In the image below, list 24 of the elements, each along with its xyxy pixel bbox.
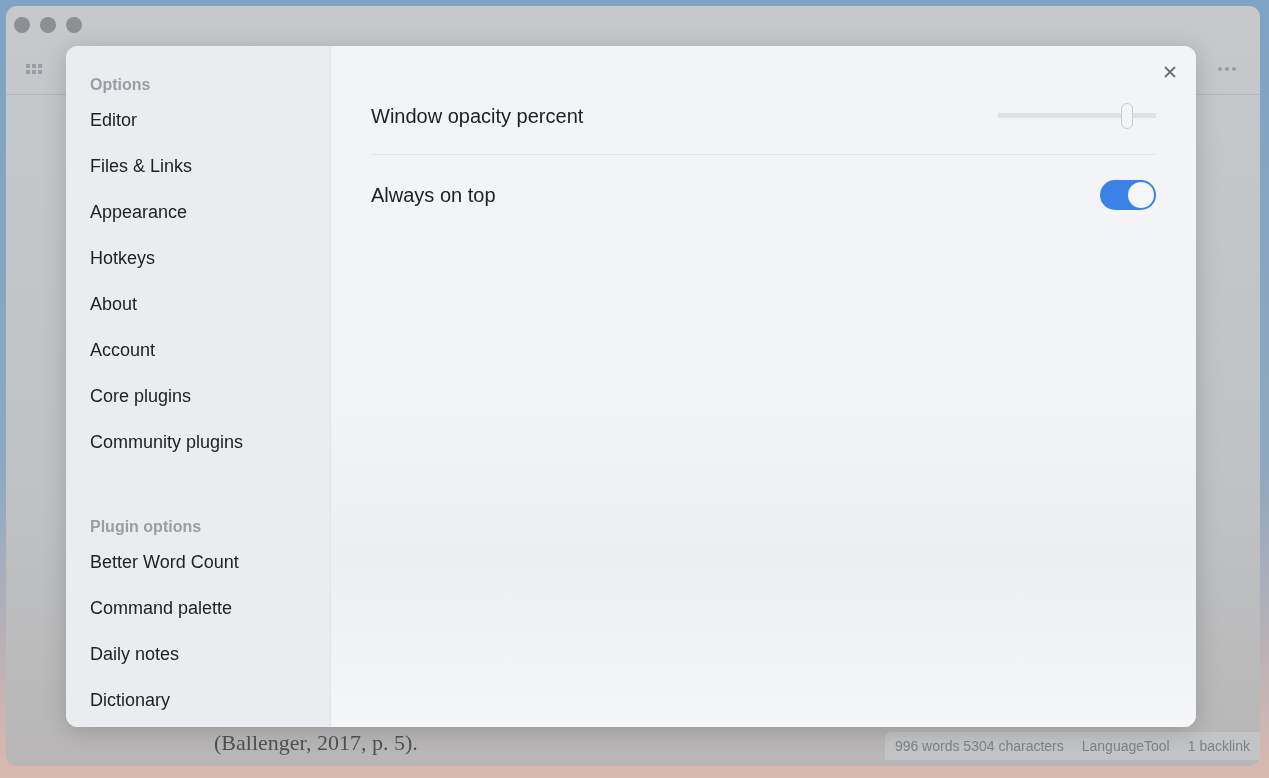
maximize-window-icon[interactable]: [66, 17, 82, 33]
sidebar-item[interactable]: Hotkeys: [90, 248, 330, 294]
close-window-icon[interactable]: [14, 17, 30, 33]
grid-icon[interactable]: [26, 64, 42, 74]
minimize-window-icon[interactable]: [40, 17, 56, 33]
more-icon[interactable]: [1218, 67, 1236, 71]
toggle-switch[interactable]: [1100, 180, 1156, 210]
sidebar-item[interactable]: Files & Links: [90, 156, 330, 202]
editor-text: (Ballenger, 2017, p. 5).: [214, 730, 418, 757]
sidebar-item[interactable]: About: [90, 294, 330, 340]
section-heading: Plugin options: [90, 518, 203, 537]
sidebar-item[interactable]: Dictionary: [90, 690, 330, 727]
section-heading: Options: [90, 76, 152, 95]
sidebar-item[interactable]: Command palette: [90, 598, 330, 644]
sidebar-item[interactable]: Account: [90, 340, 330, 386]
sidebar-item[interactable]: Core plugins: [90, 386, 330, 432]
setting-label: Window opacity percent: [371, 104, 584, 128]
sidebar-item[interactable]: Appearance: [90, 202, 330, 248]
sidebar-item[interactable]: Editor: [90, 110, 330, 156]
setting-label: Always on top: [371, 183, 496, 207]
sidebar-item[interactable]: Community plugins: [90, 432, 330, 478]
sidebar-item[interactable]: Daily notes: [90, 644, 330, 690]
sidebar-item[interactable]: Better Word Count: [90, 552, 330, 598]
close-icon[interactable]: [1164, 66, 1176, 78]
